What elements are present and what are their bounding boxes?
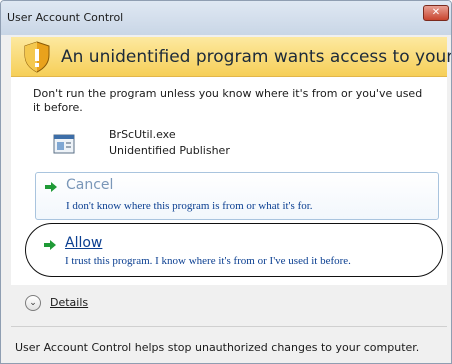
warning-banner: An unidentified program wants access to …	[11, 37, 451, 77]
warning-message: Don't run the program unless you know wh…	[33, 87, 423, 114]
program-icon	[53, 134, 75, 154]
close-button[interactable]: ✕	[423, 5, 449, 21]
divider	[11, 326, 447, 327]
shield-warning-icon	[24, 41, 50, 73]
title-bar: User Account Control ✕	[1, 1, 451, 35]
program-name: BrScUtil.exe	[109, 128, 176, 141]
chevron-down-icon[interactable]: ⌄	[25, 295, 41, 311]
cancel-title: Cancel	[66, 177, 114, 193]
footer-message: User Account Control helps stop unauthor…	[15, 341, 420, 354]
uac-dialog: User Account Control ✕ An unidentified p…	[0, 0, 452, 364]
cancel-option-button[interactable]: Cancel I don't know where this program i…	[35, 172, 439, 220]
allow-highlight-ellipse	[25, 223, 443, 277]
cancel-description: I don't know where this program is from …	[66, 200, 313, 212]
publisher-name: Unidentified Publisher	[109, 144, 230, 157]
window-title: User Account Control	[7, 11, 124, 24]
details-row: ⌄ Details	[11, 291, 447, 315]
banner-heading: An unidentified program wants access to …	[61, 47, 452, 67]
details-link[interactable]: Details	[50, 296, 88, 309]
content-panel: Don't run the program unless you know wh…	[11, 77, 447, 285]
green-arrow-icon	[45, 182, 57, 192]
